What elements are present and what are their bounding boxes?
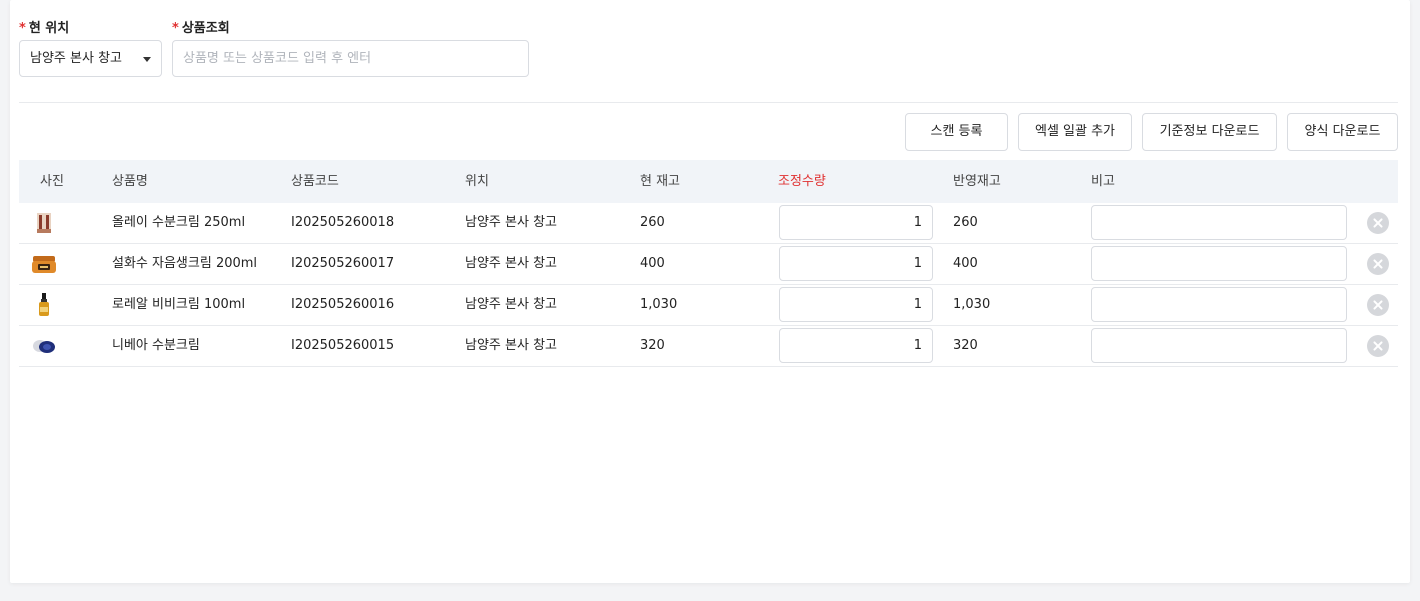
location-label: * 현 위치 [19, 21, 70, 36]
product-name: 설화수 자음생크림 200ml [112, 256, 258, 271]
table-row: 로레알 비비크림 100ml I202505260016 남양주 본사 창고 1… [19, 285, 1398, 326]
header-note: 비고 [1091, 174, 1115, 189]
remove-row-icon[interactable] [1367, 212, 1389, 234]
header-reflected: 반영재고 [953, 174, 1001, 189]
serum-bottle-thumbnail [39, 293, 49, 316]
header-adjust: 조정수량 [778, 174, 826, 189]
divider [19, 102, 1398, 103]
table-row: 니베아 수분크림 I202505260015 남양주 본사 창고 320 320 [19, 326, 1398, 367]
remove-row-icon[interactable] [1367, 335, 1389, 357]
reflected-stock: 260 [953, 215, 978, 230]
location: 남양주 본사 창고 [465, 215, 557, 230]
note-input[interactable] [1091, 287, 1347, 322]
header-code: 상품코드 [291, 174, 339, 189]
current-stock: 320 [640, 338, 665, 353]
product-code: I202505260017 [291, 256, 395, 271]
header-stock: 현 재고 [640, 174, 681, 189]
adjust-quantity-input[interactable] [779, 328, 933, 363]
table-header: 사진 상품명 상품코드 위치 현 재고 조정수량 반영재고 비고 [19, 160, 1398, 203]
location-select[interactable]: 남양주 본사 창고 [19, 40, 162, 77]
reflected-stock: 320 [953, 338, 978, 353]
remove-row-icon[interactable] [1367, 294, 1389, 316]
adjust-quantity-input[interactable] [779, 287, 933, 322]
product-name: 로레알 비비크림 100ml [112, 297, 246, 312]
cream-box-thumbnail [37, 213, 51, 233]
location: 남양주 본사 창고 [465, 297, 557, 312]
remove-row-icon[interactable] [1367, 253, 1389, 275]
master-data-download-button[interactable]: 기준정보 다운로드 [1142, 113, 1277, 151]
required-mark: * [172, 21, 179, 36]
excel-bulk-add-button[interactable]: 엑셀 일괄 추가 [1018, 113, 1132, 151]
caret-down-icon [143, 57, 151, 62]
current-stock: 400 [640, 256, 665, 271]
gold-jar-thumbnail [32, 256, 56, 273]
scan-register-button[interactable]: 스캔 등록 [905, 113, 1008, 151]
template-download-button[interactable]: 양식 다운로드 [1287, 113, 1398, 151]
search-label: * 상품조회 [172, 21, 230, 36]
stock-adjust-panel: *현 위치 *상품조회 남양주 본사 창고 스캔 등록 엑셀 일괄 추가 기준정… [10, 0, 1410, 583]
product-name: 올레이 수분크림 250ml [112, 215, 246, 230]
table-row: 설화수 자음생크림 200ml I202505260017 남양주 본사 창고 … [19, 244, 1398, 285]
location: 남양주 본사 창고 [465, 338, 557, 353]
note-input[interactable] [1091, 205, 1347, 240]
location-select-value: 남양주 본사 창고 [30, 51, 122, 66]
product-code: I202505260015 [291, 338, 395, 353]
header-name: 상품명 [112, 174, 148, 189]
product-code: I202505260016 [291, 297, 395, 312]
reflected-stock: 400 [953, 256, 978, 271]
adjust-quantity-input[interactable] [779, 205, 933, 240]
required-mark: * [19, 21, 26, 36]
product-code: I202505260018 [291, 215, 395, 230]
header-photo: 사진 [40, 174, 64, 189]
header-location: 위치 [465, 174, 489, 189]
product-name: 니베아 수분크림 [112, 338, 200, 353]
blue-tin-thumbnail [33, 340, 55, 353]
note-input[interactable] [1091, 246, 1347, 281]
note-input[interactable] [1091, 328, 1347, 363]
adjust-quantity-input[interactable] [779, 246, 933, 281]
current-stock: 260 [640, 215, 665, 230]
current-stock: 1,030 [640, 297, 678, 312]
location: 남양주 본사 창고 [465, 256, 557, 271]
product-search-input[interactable] [172, 40, 529, 77]
reflected-stock: 1,030 [953, 297, 991, 312]
table-row: 올레이 수분크림 250ml I202505260018 남양주 본사 창고 2… [19, 203, 1398, 244]
